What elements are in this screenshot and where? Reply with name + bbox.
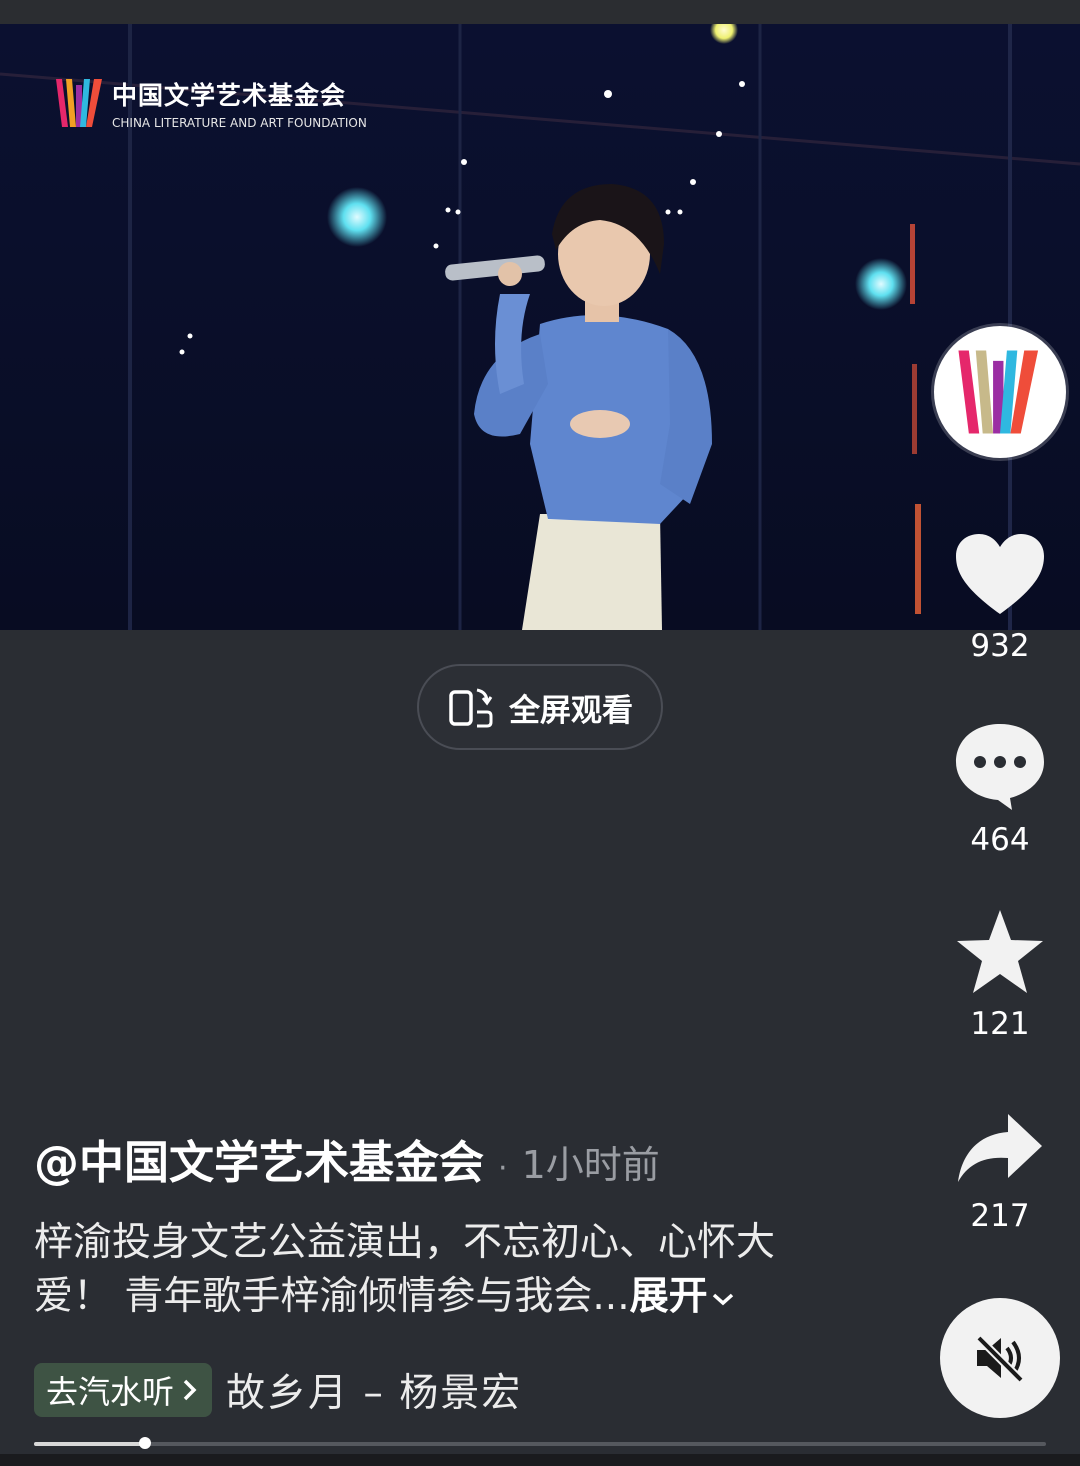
author-name[interactable]: @中国文学艺术基金会 <box>34 1126 484 1191</box>
author-avatar[interactable] <box>934 326 1066 458</box>
comment-icon[interactable] <box>954 720 1046 812</box>
status-strip <box>0 0 1080 24</box>
foundation-logo-icon <box>56 79 102 127</box>
share-count: 217 <box>970 1198 1030 1234</box>
chevron-down-icon <box>712 1293 733 1305</box>
fullscreen-label: 全屏观看 <box>509 692 633 729</box>
listen-on-qishui-button[interactable]: 去汽水听 <box>34 1363 213 1417</box>
music-row: 去汽水听 故乡月 – 杨景宏 <box>34 1362 522 1418</box>
foundation-logo-icon <box>958 350 1039 434</box>
watermark-subtitle: CHINA LITERATURE AND ART FOUNDATION <box>112 116 367 130</box>
rotate-phone-icon <box>449 688 493 728</box>
foundation-watermark: 中国文学艺术基金会 CHINA LITERATURE AND ART FOUND… <box>56 76 367 130</box>
favorite-count: 121 <box>970 1006 1030 1042</box>
comment-action[interactable]: 464 <box>940 720 1060 858</box>
like-count: 932 <box>970 628 1030 664</box>
post-author-line: @中国文学艺术基金会 · 1小时前 <box>34 1126 660 1191</box>
video-player[interactable]: 中国文学艺术基金会 CHINA LITERATURE AND ART FOUND… <box>0 24 1080 630</box>
expand-label: 展开 <box>629 1274 708 1319</box>
bottom-strip <box>0 1454 1080 1466</box>
share-action[interactable]: 217 <box>940 1112 1060 1234</box>
heart-icon[interactable] <box>954 532 1046 618</box>
comment-count: 464 <box>970 822 1030 858</box>
like-action[interactable]: 932 <box>940 532 1060 664</box>
progress-knob[interactable] <box>139 1437 152 1449</box>
song-title[interactable]: 故乡月 – 杨景宏 <box>226 1362 522 1418</box>
favorite-action[interactable]: 121 <box>940 908 1060 1042</box>
watermark-title: 中国文学艺术基金会 <box>112 81 347 110</box>
share-arrow-icon[interactable] <box>956 1112 1044 1188</box>
progress-fill <box>34 1442 146 1446</box>
separator-dot: · <box>498 1151 508 1186</box>
video-progress-bar[interactable] <box>34 1437 1046 1449</box>
fullscreen-button[interactable]: 全屏观看 <box>417 664 663 750</box>
speaker-muted-icon <box>976 1335 1024 1382</box>
post-time: 1小时前 <box>521 1143 660 1187</box>
post-description[interactable]: 梓渝投身文艺公益演出，不忘初心、心怀大爱！ 青年歌手梓渝倾情参与我会...展开 <box>34 1216 834 1324</box>
listen-tag-label: 去汽水听 <box>46 1373 175 1411</box>
star-icon[interactable] <box>955 908 1045 996</box>
chevron-right-icon <box>183 1379 197 1401</box>
singer-figure <box>445 184 712 630</box>
expand-button[interactable]: 展开 <box>630 1274 736 1319</box>
mute-button[interactable] <box>940 1298 1060 1418</box>
